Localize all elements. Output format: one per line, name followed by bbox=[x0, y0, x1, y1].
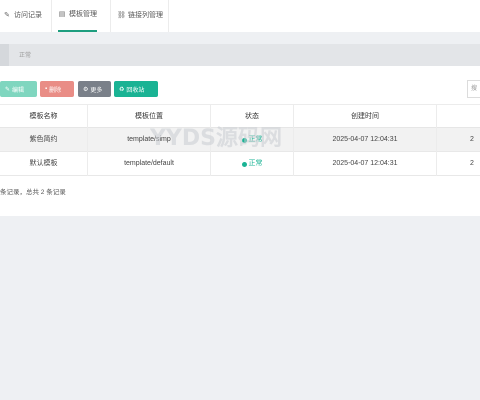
tab-divider bbox=[51, 0, 52, 32]
link-icon: ⛓ bbox=[117, 12, 126, 19]
status-dot-icon bbox=[241, 161, 247, 167]
created-time-cell: 2025-04-07 12:04:31 bbox=[332, 160, 398, 167]
tab-divider bbox=[110, 0, 111, 32]
template-name-cell: 默认模板 bbox=[29, 160, 58, 167]
created-time-cell: 2025-04-07 12:04:31 bbox=[332, 136, 398, 143]
tab-link-management[interactable]: ⛓ 链接列管理 bbox=[117, 0, 163, 32]
delete-button[interactable]: ▪ 删除 bbox=[40, 81, 74, 97]
tab-template-management[interactable]: ▤ 模板管理 bbox=[58, 0, 97, 32]
tab-label: 访问记录 bbox=[14, 12, 42, 19]
table-icon: ▤ bbox=[58, 11, 66, 18]
column-divider bbox=[436, 104, 437, 176]
tab-bar: ✎ 访问记录 ▤ 模板管理 ⛓ 链接列管理 bbox=[0, 0, 480, 32]
pencil-icon: ✎ bbox=[4, 12, 10, 19]
more-button[interactable]: ⚙ 更多 bbox=[78, 81, 111, 97]
recycle-icon: ♻ bbox=[119, 86, 125, 93]
more-label: 更多 bbox=[90, 87, 103, 94]
tab-access-log[interactable]: ✎ 访问记录 bbox=[3, 0, 42, 32]
status-cell: 正常 bbox=[211, 152, 293, 176]
filter-tab-normal[interactable]: 正常 bbox=[15, 49, 35, 63]
tab-label: 模板管理 bbox=[69, 11, 97, 18]
filter-tab-all[interactable] bbox=[0, 44, 9, 66]
extra-cell: 2 bbox=[470, 136, 474, 143]
extra-cell: 2 bbox=[470, 160, 474, 167]
status-text: 正常 bbox=[248, 160, 263, 167]
trash-icon: ▪ bbox=[45, 86, 48, 92]
edit-button[interactable]: ✎ 编辑 bbox=[0, 81, 37, 97]
watermark-logo: YYDS源码网 bbox=[149, 122, 300, 152]
tab-label: 链接列管理 bbox=[128, 12, 163, 19]
status-badge: 正常 bbox=[241, 152, 263, 176]
gear-icon: ⚙ bbox=[83, 86, 89, 93]
pagination-summary: 条记录，总共 2 条记录 bbox=[0, 189, 66, 196]
recycle-bin-button[interactable]: ♻ 回收站 bbox=[114, 81, 158, 97]
tab-divider bbox=[168, 0, 169, 32]
column-header-name[interactable]: 模板名称 bbox=[0, 105, 87, 129]
delete-label: 删除 bbox=[49, 87, 62, 94]
table-row[interactable]: 默认模板 template/default 正常 2025-04-07 12:0… bbox=[0, 152, 480, 176]
column-divider bbox=[87, 104, 88, 176]
recycle-label: 回收站 bbox=[126, 87, 145, 94]
edit-label: 编辑 bbox=[12, 87, 25, 94]
template-location-cell: template/default bbox=[124, 160, 174, 167]
search-input[interactable]: 搜 bbox=[467, 80, 480, 98]
svg-text:YYDS源码网: YYDS源码网 bbox=[150, 126, 282, 151]
filter-bar bbox=[0, 44, 480, 66]
column-header-created[interactable]: 创建时间 bbox=[294, 105, 436, 129]
template-name-cell: 紫色简约 bbox=[29, 136, 58, 143]
pencil-icon: ✎ bbox=[5, 86, 11, 93]
watermark-graphic: YYDS源码网 bbox=[149, 126, 282, 151]
